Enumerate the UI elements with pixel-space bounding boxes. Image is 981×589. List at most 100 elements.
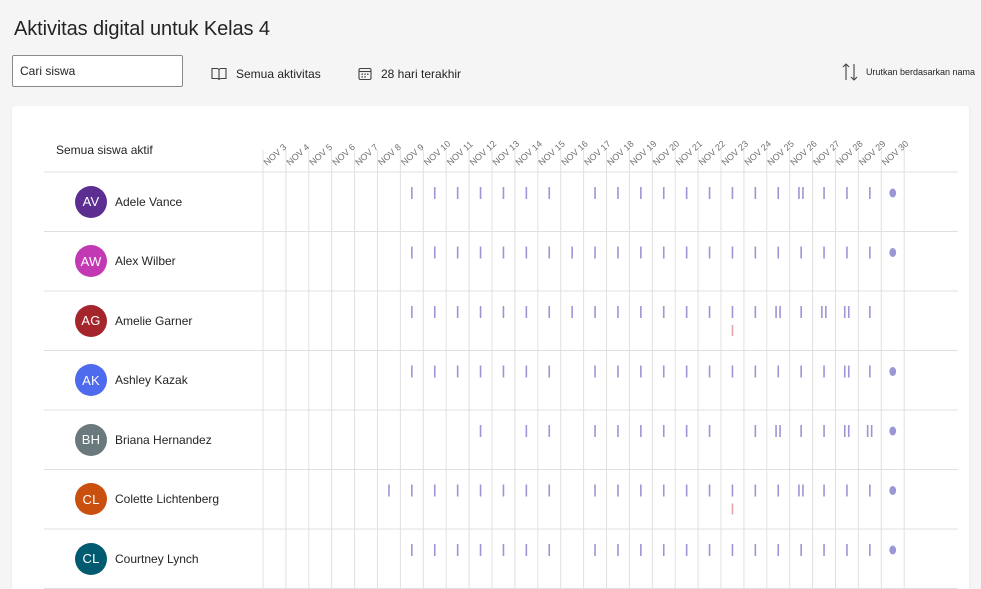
activity-mark [754,365,757,378]
activity-mark [456,365,459,378]
date-label: NOV 16 [559,139,589,168]
avatar: CL [75,542,107,575]
activity-mark [479,425,482,437]
activity-mark [479,246,482,259]
activity-mark [433,484,436,497]
activity-mark [847,425,850,437]
activity-mark [847,365,850,378]
activity-mark [685,187,688,199]
student-row[interactable]: AW Alex Wilber [44,232,264,291]
students-column-header: Semua siswa aktif [56,143,153,157]
activity-mark [779,306,781,318]
activity-mark [594,246,596,259]
activity-mark [685,544,688,556]
activity-mark [388,484,390,497]
activity-mark [662,484,665,497]
student-row[interactable]: CL Colette Lichtenberg [44,470,264,529]
date-label: NOV 11 [445,139,475,167]
date-label: NOV 29 [857,139,887,168]
activity-mark [548,246,551,259]
activity-mark [479,187,482,199]
activity-card: Semua siswa aktif NOV 3 NOV 4 NOV 5 NOV 6 NO… [12,106,969,589]
activity-mark [731,365,734,378]
activity-mark [548,484,551,497]
activity-mark [777,187,780,199]
activity-mark [846,187,848,199]
date-label: NOV 24 [743,139,773,168]
date-label: NOV 12 [468,139,498,168]
activity-mark [798,187,800,199]
student-row[interactable]: AG Amelie Garner [44,291,264,350]
activity-mark [617,246,619,259]
activity-mark [662,425,665,437]
date-label: NOV 26 [788,139,818,168]
activity-mark [775,306,777,318]
avatar: AG [75,304,107,337]
alert-mark [731,325,734,336]
activity-mark [685,484,688,497]
activity-mark [640,544,642,556]
activity-summary-dot [889,545,897,555]
student-name: Amelie Garner [115,313,193,328]
activity-mark [869,306,871,318]
date-range-label: 28 hari terakhir [381,67,462,81]
page-title: Aktivitas digital untuk Kelas 4 [14,18,270,40]
activity-mark [685,246,688,259]
avatar: AV [75,185,107,218]
sort-button[interactable]: Urutkan berdasarkan nama [842,62,975,82]
student-row[interactable]: CL Courtney Lynch [44,529,264,588]
book-icon [211,67,227,81]
activity-mark [775,425,777,437]
activity-mark [708,306,711,318]
activity-mark [708,425,711,437]
activity-mark [843,425,846,437]
activity-mark [779,425,781,437]
student-name: Alex Wilber [115,254,176,268]
avatar: AK [75,364,107,396]
date-label: NOV 25 [765,139,795,168]
activity-mark [708,544,711,556]
activity-mark [571,306,573,318]
date-label: NOV 28 [834,139,864,168]
activity-mark [411,365,413,378]
activity-mark [411,544,413,556]
activity-mark [685,425,688,437]
activity-mark [411,246,413,259]
date-range-button[interactable]: 28 hari terakhir [358,64,461,84]
date-label: NOV 9 [399,142,426,168]
date-label: NOV 19 [628,139,658,168]
search-input[interactable]: Cari siswa [12,55,183,87]
activity-mark [777,544,780,556]
date-label: NOV 20 [651,139,681,168]
activity-mark [869,246,871,259]
student-row[interactable]: BH Briana Hernandez [44,410,264,469]
activity-mark [594,306,596,318]
student-row[interactable]: AV Adele Vance [44,172,264,231]
activity-mark [411,306,413,318]
activity-mark [502,484,505,497]
date-label: NOV 21 [674,139,704,168]
activity-mark [502,187,505,199]
date-label: NOV 30 [880,139,910,168]
activity-mark [823,425,825,437]
student-name: Ashley Kazak [115,373,188,387]
activity-mark [662,187,665,199]
activity-mark [823,484,825,497]
activity-mark [777,484,780,497]
activity-mark [754,246,757,259]
activity-summary-dot [889,486,897,495]
student-row[interactable]: AK Ashley Kazak [44,351,264,410]
activities-filter-button[interactable]: Semua aktivitas [211,64,321,84]
student-name: Colette Lichtenberg [115,492,220,506]
activity-mark [548,187,551,199]
activity-mark [823,365,825,378]
date-label: NOV 10 [422,139,452,168]
activity-mark [617,187,619,199]
activity-mark [479,544,482,556]
activity-mark [754,484,757,497]
activity-mark [525,425,528,437]
activity-summary-dot [889,426,897,436]
activity-mark [479,484,482,497]
activity-mark [754,187,757,199]
date-label: NOV 5 [307,142,334,168]
